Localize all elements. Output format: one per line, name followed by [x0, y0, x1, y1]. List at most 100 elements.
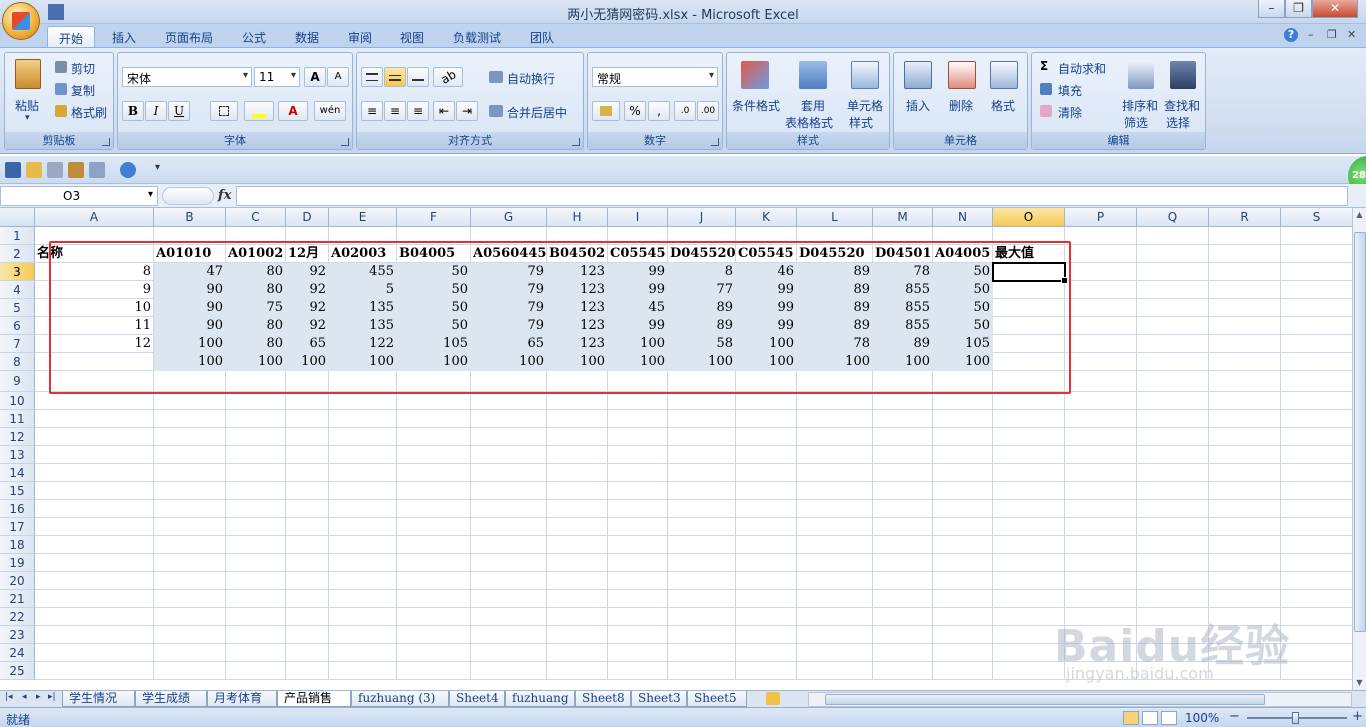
ribbon-restore-button[interactable]: ❐ — [1327, 28, 1337, 41]
cell[interactable] — [1137, 644, 1209, 662]
cell[interactable] — [471, 446, 547, 464]
font-color-button[interactable]: A — [278, 101, 308, 121]
cell[interactable] — [736, 428, 797, 446]
data-cell[interactable]: 58 — [668, 335, 736, 353]
normal-view-button[interactable] — [1123, 711, 1139, 725]
cell[interactable] — [933, 644, 993, 662]
wrap-text-button[interactable]: 自动换行 — [507, 70, 555, 87]
header-cell-n[interactable]: A04005 — [933, 245, 993, 263]
cell[interactable] — [797, 536, 873, 554]
number-launcher-icon[interactable] — [711, 138, 719, 146]
cell[interactable] — [608, 518, 668, 536]
column-header-j[interactable]: J — [668, 208, 736, 227]
cell[interactable] — [397, 644, 471, 662]
cell[interactable] — [286, 590, 329, 608]
cell[interactable] — [1281, 626, 1352, 644]
column-header-k[interactable]: K — [736, 208, 797, 227]
column-header-c[interactable]: C — [226, 208, 286, 227]
data-cell[interactable]: 92 — [286, 299, 329, 317]
data-cell[interactable]: 90 — [154, 281, 226, 299]
cell[interactable] — [933, 536, 993, 554]
cell[interactable] — [1137, 428, 1209, 446]
orientation-button[interactable]: ab — [433, 67, 463, 87]
cell[interactable] — [1209, 518, 1281, 536]
cell[interactable] — [736, 644, 797, 662]
cell[interactable] — [1209, 500, 1281, 518]
column-header-s[interactable]: S — [1281, 208, 1352, 227]
cut-button[interactable]: 剪切 — [71, 60, 95, 77]
data-cell[interactable]: 105 — [933, 335, 993, 353]
row-header-6[interactable]: 6 — [0, 317, 35, 335]
cell[interactable] — [1281, 371, 1352, 392]
data-cell[interactable]: 47 — [154, 263, 226, 281]
row-header-5[interactable]: 5 — [0, 299, 35, 317]
page-layout-view-button[interactable] — [1142, 711, 1158, 725]
cell[interactable] — [993, 446, 1065, 464]
cell[interactable] — [1065, 536, 1137, 554]
column-header-l[interactable]: L — [797, 208, 873, 227]
sheet-tab-1[interactable]: 学生成绩 — [135, 691, 207, 707]
cell[interactable] — [1065, 299, 1137, 317]
cell[interactable] — [226, 608, 286, 626]
cell[interactable] — [933, 662, 993, 680]
cell[interactable] — [1209, 554, 1281, 572]
cell[interactable] — [1065, 245, 1137, 263]
cell[interactable] — [329, 554, 397, 572]
cell[interactable] — [286, 464, 329, 482]
header-cell-i[interactable]: C05545 — [608, 245, 668, 263]
font-launcher-icon[interactable] — [341, 138, 349, 146]
font-name-select[interactable]: 宋体 — [122, 67, 252, 87]
cell[interactable] — [608, 500, 668, 518]
data-cell[interactable]: 78 — [797, 335, 873, 353]
column-header-d[interactable]: D — [286, 208, 329, 227]
cell[interactable] — [993, 410, 1065, 428]
cell[interactable] — [993, 644, 1065, 662]
column-header-q[interactable]: Q — [1137, 208, 1209, 227]
cell[interactable] — [1281, 536, 1352, 554]
cell[interactable] — [329, 464, 397, 482]
borders-icon[interactable] — [89, 162, 105, 178]
cell[interactable] — [397, 446, 471, 464]
row-header-16[interactable]: 16 — [0, 500, 35, 518]
cell[interactable] — [873, 662, 933, 680]
cell[interactable] — [154, 626, 226, 644]
decrease-decimal-button[interactable]: .00 — [697, 101, 719, 121]
format-table-button[interactable]: 表格格式 — [785, 114, 833, 131]
ribbon-minimize-button[interactable]: – — [1308, 28, 1314, 41]
cell[interactable] — [1281, 263, 1352, 281]
sort-filter-button[interactable]: 筛选 — [1124, 114, 1148, 131]
cell[interactable] — [154, 572, 226, 590]
cell[interactable] — [933, 518, 993, 536]
cell[interactable] — [1281, 410, 1352, 428]
row-header-2[interactable]: 2 — [0, 245, 35, 263]
header-cell-j[interactable]: D045520 — [668, 245, 736, 263]
insert-cells-button[interactable]: 插入 — [906, 97, 930, 114]
cell[interactable] — [35, 410, 154, 428]
data-cell[interactable]: 855 — [873, 299, 933, 317]
cell[interactable] — [471, 392, 547, 410]
cell[interactable] — [873, 392, 933, 410]
cell[interactable] — [1065, 353, 1137, 371]
data-cell[interactable]: 89 — [797, 281, 873, 299]
cell[interactable] — [226, 536, 286, 554]
cell[interactable] — [933, 500, 993, 518]
data-cell[interactable]: 80 — [226, 263, 286, 281]
data-cell[interactable]: 50 — [933, 263, 993, 281]
sheet-tab-0[interactable]: 学生情况 — [62, 691, 135, 707]
cell[interactable] — [35, 536, 154, 554]
align-right-button[interactable]: ≡ — [407, 101, 429, 121]
cell[interactable] — [35, 464, 154, 482]
cell[interactable] — [668, 482, 736, 500]
cell[interactable] — [797, 446, 873, 464]
cell[interactable] — [547, 608, 608, 626]
cell[interactable] — [933, 590, 993, 608]
column-header-a[interactable]: A — [35, 208, 154, 227]
cell[interactable] — [933, 572, 993, 590]
cell[interactable] — [736, 446, 797, 464]
cell[interactable] — [873, 410, 933, 428]
cell[interactable] — [1137, 482, 1209, 500]
cell[interactable] — [1281, 227, 1352, 245]
row-header-24[interactable]: 24 — [0, 644, 35, 662]
cell[interactable] — [608, 392, 668, 410]
sheet-tab-4[interactable]: fuzhuang (3) — [351, 691, 449, 707]
